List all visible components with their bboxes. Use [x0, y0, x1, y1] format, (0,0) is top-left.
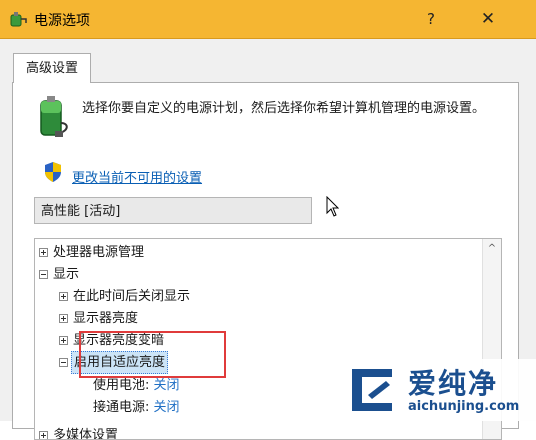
setting-value[interactable]: 关闭	[154, 400, 180, 415]
uac-shield-icon	[45, 162, 61, 182]
change-unavailable-settings-link[interactable]: 更改当前不可用的设置	[72, 167, 202, 186]
expand-icon[interactable]	[59, 314, 68, 323]
power-options-icon	[10, 12, 27, 27]
highlight-box	[79, 331, 226, 378]
watermark-url: aichunjing.com	[408, 399, 520, 414]
tab-advanced-settings[interactable]: 高级设置	[13, 53, 91, 83]
window-title: 电源选项	[34, 13, 90, 29]
collapse-icon[interactable]	[59, 358, 68, 367]
collapse-icon[interactable]	[39, 270, 48, 279]
expand-icon[interactable]	[39, 431, 48, 439]
expand-icon[interactable]	[59, 336, 68, 345]
setting-plugged-in[interactable]: 接通电源: 关闭	[93, 397, 180, 418]
title-bar: 电源选项 ? ✕	[0, 0, 536, 39]
scroll-up-arrow-icon[interactable]: ^	[483, 241, 501, 257]
mouse-cursor-icon	[326, 196, 339, 217]
watermark: 爱纯净 aichunjing.com	[338, 359, 536, 421]
setting-value[interactable]: 关闭	[154, 378, 180, 393]
battery-plug-icon	[40, 96, 68, 137]
expand-icon[interactable]	[39, 248, 48, 257]
close-button[interactable]: ✕	[475, 6, 501, 32]
intro-description: 选择你要自定义的电源计划，然后选择你希望计算机管理的电源设置。	[82, 101, 486, 116]
help-button[interactable]: ?	[418, 6, 444, 32]
expand-icon[interactable]	[59, 292, 68, 301]
power-plan-dropdown[interactable]: 高性能 [活动]	[34, 197, 312, 224]
watermark-text: 爱纯净	[408, 367, 499, 400]
setting-on-battery[interactable]: 使用电池: 关闭	[93, 375, 180, 396]
watermark-logo-icon	[352, 369, 392, 411]
